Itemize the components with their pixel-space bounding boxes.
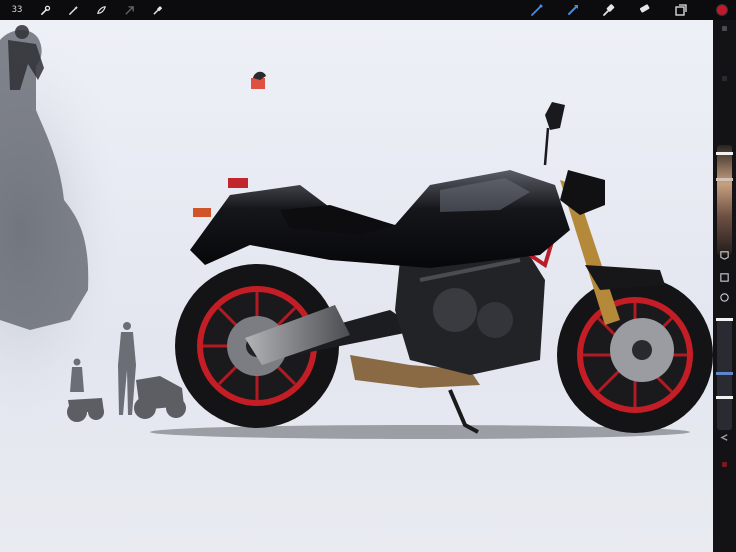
modify-button[interactable]	[719, 250, 730, 261]
left-toolbar-group: ЗЗ	[0, 3, 166, 17]
opacity-thumb[interactable]	[716, 318, 733, 321]
undo-icon[interactable]	[719, 432, 730, 443]
eyedropper-icon[interactable]	[148, 3, 166, 17]
modify-circle-icon[interactable]	[719, 292, 730, 303]
motorcycle-artwork	[0, 20, 713, 440]
mirror-stem	[543, 127, 550, 166]
opacity-slider[interactable]	[717, 320, 732, 430]
top-toolbar: ЗЗ	[0, 0, 736, 20]
eraser-block-icon[interactable]	[636, 3, 654, 17]
brush-size-slider[interactable]	[717, 145, 732, 255]
layers-icon[interactable]	[672, 3, 690, 17]
redo-dot-icon[interactable]	[722, 462, 727, 467]
smudge-icon[interactable]	[564, 3, 582, 17]
headlight	[560, 170, 605, 215]
modify-square-icon[interactable]	[719, 272, 730, 283]
mirror	[545, 102, 565, 130]
color-picker-button[interactable]	[716, 4, 728, 16]
transform-arrow-icon[interactable]	[120, 3, 138, 17]
wrench-icon[interactable]	[36, 3, 54, 17]
sidebar-mark	[722, 76, 727, 81]
turn-signal-rear	[193, 208, 211, 217]
gallery-button[interactable]: ЗЗ	[8, 5, 26, 15]
reference-sticker	[251, 71, 266, 89]
brush-size-thumb[interactable]	[716, 152, 733, 155]
drawing-app: ЗЗ	[0, 0, 736, 552]
opacity-mark	[716, 396, 733, 399]
magic-wand-icon[interactable]	[64, 3, 82, 17]
selection-icon[interactable]	[92, 3, 110, 17]
opacity-level-mark	[716, 372, 733, 375]
front-wheel	[557, 277, 713, 433]
eraser-icon[interactable]	[600, 3, 618, 17]
right-sidebar	[713, 20, 736, 552]
right-toolbar-group	[528, 0, 736, 20]
drawing-canvas[interactable]	[0, 20, 713, 552]
tail-light	[228, 178, 248, 188]
brush-icon[interactable]	[528, 3, 546, 17]
sidebar-handle[interactable]	[722, 26, 727, 31]
brush-size-mark	[716, 178, 733, 181]
